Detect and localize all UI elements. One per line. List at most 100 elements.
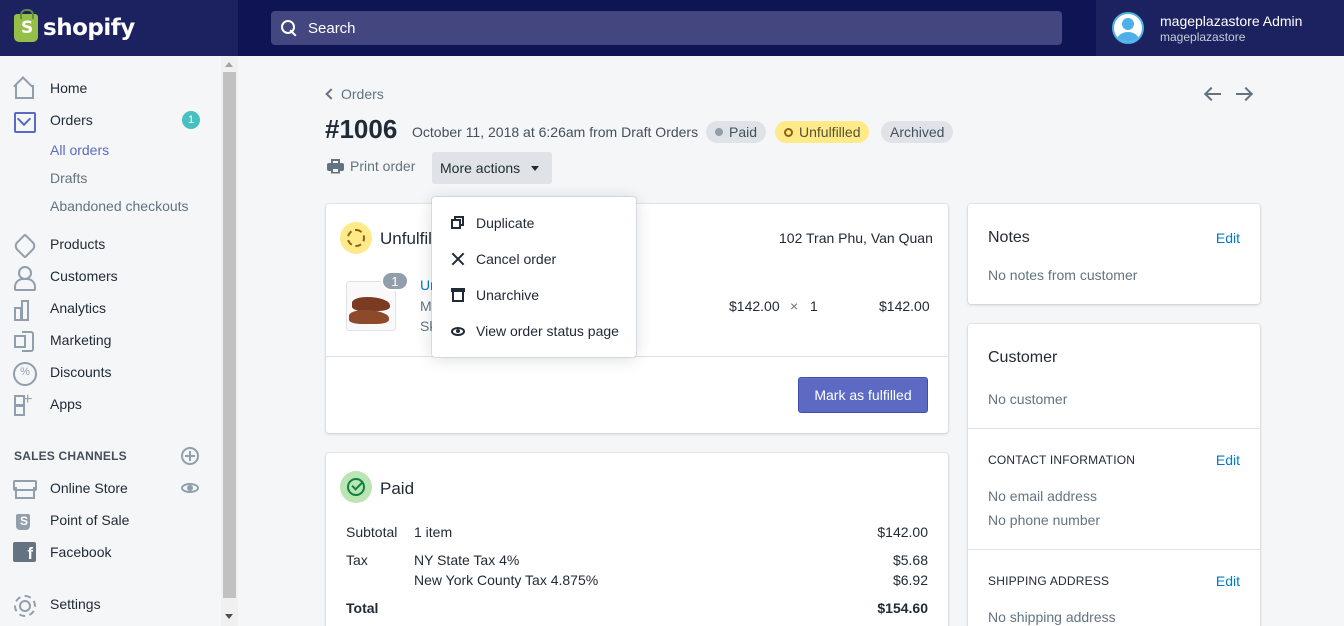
brand-name: shopify — [43, 15, 135, 41]
sales-channels-heading: SALES CHANNELS — [14, 449, 127, 463]
previous-order-arrow-icon[interactable] — [1204, 86, 1222, 102]
sidebar-item-products[interactable]: Products — [0, 230, 220, 258]
menu-item-duplicate[interactable]: Duplicate — [432, 205, 636, 241]
contact-info-heading: CONTACT INFORMATION — [988, 453, 1136, 467]
tax-value-2: $6.92 — [892, 572, 928, 588]
sidebar-item-label: Online Store — [50, 480, 128, 496]
apps-icon: + — [12, 392, 34, 416]
search-icon — [281, 19, 298, 37]
more-actions-dropdown: Duplicate Cancel order Unarchive View or… — [432, 197, 636, 357]
menu-item-unarchive[interactable]: Unarchive — [432, 277, 636, 313]
notes-title: Notes — [988, 229, 1030, 246]
scroll-down-arrow-icon[interactable] — [225, 614, 233, 619]
subtotal-value: $142.00 — [877, 524, 928, 540]
gear-icon — [12, 593, 36, 617]
orders-icon — [12, 109, 36, 133]
tax-value-1: $5.68 — [892, 552, 928, 568]
print-order-button[interactable]: Print order — [327, 158, 415, 174]
menu-item-cancel-order[interactable]: Cancel order — [432, 241, 636, 277]
store-icon — [12, 477, 37, 499]
customer-title: Customer — [988, 349, 1058, 366]
unfulfilled-card: Unfulfilled 102 Tran Phu, Van Quan 1 Un … — [326, 204, 948, 433]
scroll-up-arrow-icon[interactable] — [225, 62, 233, 67]
person-icon — [12, 265, 36, 291]
paid-title: Paid — [380, 479, 415, 498]
total-label: Total — [346, 600, 379, 616]
sidebar-item-label: Point of Sale — [50, 512, 130, 528]
status-badge-paid: Paid — [706, 121, 767, 143]
contact-email: No email address — [988, 488, 1097, 504]
order-meta: October 11, 2018 at 6:26am from Draft Or… — [412, 124, 699, 140]
more-actions-label: More actions — [440, 160, 521, 176]
fulfillment-location: 102 Tran Phu, Van Quan — [779, 230, 933, 246]
divider — [326, 356, 948, 357]
sidebar-item-facebook[interactable]: Facebook — [0, 538, 220, 566]
user-menu[interactable]: mageplazastore Admin mageplazastore — [1096, 0, 1344, 56]
home-icon — [12, 77, 34, 99]
badge-label: Unfulfilled — [799, 124, 861, 140]
sidebar-item-label: Home — [50, 80, 88, 96]
store-name: mageplazastore — [1160, 30, 1246, 44]
sidebar-item-home[interactable]: Home — [0, 74, 220, 102]
discount-icon — [12, 361, 37, 386]
paid-card: Paid Subtotal 1 item $142.00 Tax NY Stat… — [326, 453, 948, 626]
sidebar-item-label: Analytics — [50, 300, 107, 316]
sidebar-subitem-drafts[interactable]: Drafts — [50, 170, 87, 186]
tag-icon — [12, 233, 34, 255]
shipping-edit-link[interactable]: Edit — [1216, 573, 1240, 589]
breadcrumb-back[interactable]: Orders — [325, 86, 384, 102]
print-order-label: Print order — [350, 158, 416, 174]
paid-check-icon — [340, 471, 372, 503]
subtotal-label: Subtotal — [346, 524, 398, 540]
sidebar-item-analytics[interactable]: Analytics — [0, 294, 220, 322]
search-placeholder: Search — [308, 19, 356, 37]
sidebar-item-customers[interactable]: Customers — [0, 262, 220, 291]
chevron-left-icon — [325, 88, 337, 100]
add-channel-icon[interactable] — [181, 447, 199, 465]
ring-icon — [784, 127, 793, 137]
quantity-badge: 1 — [381, 271, 409, 291]
sidebar-item-label: Marketing — [50, 332, 112, 348]
logo[interactable]: shopify — [0, 0, 238, 56]
sidebar-subitem-abandoned-checkouts[interactable]: Abandoned checkouts — [50, 198, 189, 214]
notes-text: No notes from customer — [988, 267, 1138, 283]
sidebar-item-label: Facebook — [50, 544, 112, 560]
caret-down-icon — [531, 166, 539, 171]
pos-icon — [12, 509, 34, 531]
sidebar-item-discounts[interactable]: Discounts — [0, 358, 220, 386]
avatar — [1112, 12, 1144, 44]
unit-price: $142.00 — [729, 298, 780, 314]
sidebar-subitem-all-orders[interactable]: All orders — [50, 142, 109, 158]
view-store-eye-icon[interactable] — [181, 483, 199, 493]
page-title: #1006 — [325, 114, 398, 144]
notes-card: Notes Edit No notes from customer — [968, 204, 1260, 304]
sidebar-item-marketing[interactable]: Marketing — [0, 326, 220, 354]
next-order-arrow-icon[interactable] — [1235, 86, 1253, 102]
notes-edit-link[interactable]: Edit — [1216, 230, 1240, 246]
sidebar-scrollbar-thumb[interactable] — [223, 72, 236, 598]
tax-label: Tax — [346, 552, 368, 568]
duplicate-icon — [450, 215, 466, 231]
archive-icon — [450, 287, 466, 303]
tax-desc-1: NY State Tax 4% — [414, 552, 520, 568]
search-input[interactable]: Search — [271, 11, 1062, 45]
menu-item-view-order-status[interactable]: View order status page — [432, 313, 636, 349]
shopify-bag-icon — [14, 9, 38, 42]
more-actions-button[interactable]: More actions — [432, 152, 552, 184]
mark-as-fulfilled-button[interactable]: Mark as fulfilled — [798, 377, 928, 413]
contact-edit-link[interactable]: Edit — [1216, 452, 1240, 468]
divider — [968, 549, 1260, 550]
sidebar-item-settings[interactable]: Settings — [0, 590, 220, 618]
breadcrumb-label: Orders — [341, 86, 384, 102]
sidebar-item-label: Products — [50, 236, 106, 252]
sidebar-item-label: Apps — [50, 396, 82, 412]
total-value: $154.60 — [877, 600, 928, 616]
contact-phone: No phone number — [988, 512, 1101, 528]
facebook-icon — [12, 541, 36, 563]
badge-label: Paid — [729, 124, 758, 140]
shipping-text: No shipping address — [988, 609, 1116, 625]
sidebar-item-point-of-sale[interactable]: Point of Sale — [0, 506, 220, 534]
sidebar-item-apps[interactable]: + Apps — [0, 390, 220, 418]
megaphone-icon — [12, 329, 34, 352]
shipping-address-heading: SHIPPING ADDRESS — [988, 574, 1110, 588]
